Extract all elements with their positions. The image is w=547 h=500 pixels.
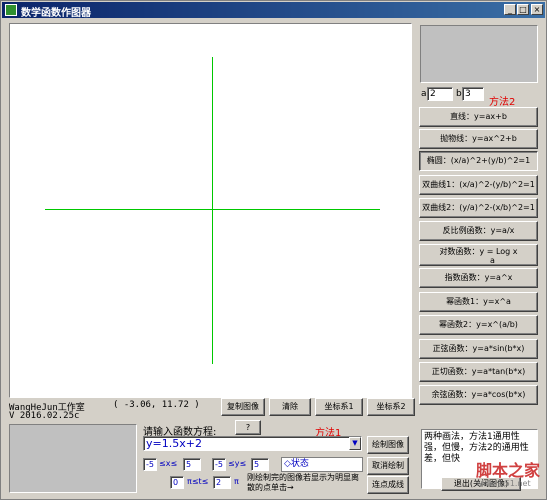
cursor-coords: ( -3.06, 11.72 ) (113, 400, 200, 410)
tangent-button[interactable]: 正切函数：y=a*tan(b*x) (419, 362, 538, 382)
b-input[interactable]: 3 (462, 87, 484, 101)
tmax-input[interactable]: 2 (213, 476, 231, 489)
inverse-button[interactable]: 反比例函数：y=a/x (419, 221, 538, 241)
a-label: a (421, 89, 427, 99)
y-axis (212, 57, 213, 364)
chevron-down-icon[interactable]: ▼ (349, 437, 361, 450)
x-axis (45, 209, 380, 210)
watermark-cn: 脚本之家 (476, 461, 541, 480)
minimize-button[interactable]: _ (504, 4, 516, 15)
hint-text: 刚绘制完的图像若显示为明显离散的点单击→ (247, 473, 359, 492)
copy-image-button[interactable]: 复制图像 (221, 398, 265, 416)
xmin-input[interactable]: -5 (143, 458, 157, 471)
y-range-label: ≤y≤ (228, 459, 247, 468)
ymin-input[interactable]: -5 (212, 458, 226, 471)
window-title: 数学函数作图器 (21, 8, 91, 19)
maximize-button[interactable]: □ (517, 4, 529, 15)
thumbnail-box (9, 424, 137, 493)
exponential-button[interactable]: 指数函数：y=a^x (419, 268, 538, 288)
method2-label: 方法2 (489, 97, 516, 108)
hyperbola2-button[interactable]: 双曲线2：(y/a)^2-(x/b)^2=1 (419, 198, 538, 218)
cancel-draw-button[interactable]: 取消绘制 (367, 457, 409, 475)
version-label: V 2016.02.25c (9, 411, 80, 421)
ellipse-button[interactable]: 椭圆：(x/a)^2+(y/b)^2=1 (419, 151, 538, 171)
t-unit-label: π (234, 477, 239, 486)
log-button[interactable]: 对数函数：y = Log x a (419, 244, 538, 266)
axes2-button[interactable]: 坐标系2 (367, 398, 415, 416)
x-range-label: ≤x≤ (159, 459, 178, 468)
ymax-input[interactable]: 5 (251, 458, 269, 471)
draw-button[interactable]: 绘制图像 (367, 436, 409, 454)
parabola-button[interactable]: 抛物线：y=ax^2+b (419, 129, 538, 149)
connect-points-button[interactable]: 连点成线 (367, 476, 409, 494)
title-bar[interactable]: 数学函数作图器 _ □ × (2, 2, 545, 19)
power1-button[interactable]: 幂函数1：y=x^a (419, 292, 538, 312)
power2-button[interactable]: 幂函数2：y=x^(a/b) (419, 315, 538, 335)
line-button[interactable]: 直线：y=ax+b (419, 107, 538, 127)
help-button[interactable]: ? (235, 420, 261, 435)
xmax-input[interactable]: 5 (183, 458, 201, 471)
equation-value: y=1.5x+2 (146, 437, 202, 450)
hyperbola1-button[interactable]: 双曲线1：(x/a)^2-(y/b)^2=1 (419, 175, 538, 195)
close-button[interactable]: × (531, 4, 543, 15)
preview-box (420, 25, 538, 83)
equation-combobox[interactable]: y=1.5x+2 ▼ (143, 436, 362, 451)
clear-button[interactable]: 清除 (269, 398, 311, 416)
plot-canvas[interactable] (9, 23, 412, 398)
a-input[interactable]: 2 (427, 87, 453, 101)
status-label: ◇状态 (284, 459, 309, 469)
tmin-input[interactable]: 0 (170, 476, 184, 489)
log-button-label: 对数函数：y = Log x (439, 247, 518, 256)
cosine-button[interactable]: 余弦函数：y=a*cos(b*x) (419, 385, 538, 405)
watermark-url: www.jb51.net (476, 479, 531, 488)
app-icon (5, 4, 17, 16)
sine-button[interactable]: 正弦函数：y=a*sin(b*x) (419, 339, 538, 359)
status-box: ◇状态 (281, 457, 363, 472)
b-label: b (456, 89, 462, 99)
t-range-label: π≤t≤ (187, 477, 209, 486)
axes1-button[interactable]: 坐标系1 (315, 398, 363, 416)
app-window: 数学函数作图器 _ □ × a 2 b 3 方法2 直线：y=ax+b 抛物线：… (0, 0, 547, 500)
log-base-label: a (490, 256, 495, 265)
